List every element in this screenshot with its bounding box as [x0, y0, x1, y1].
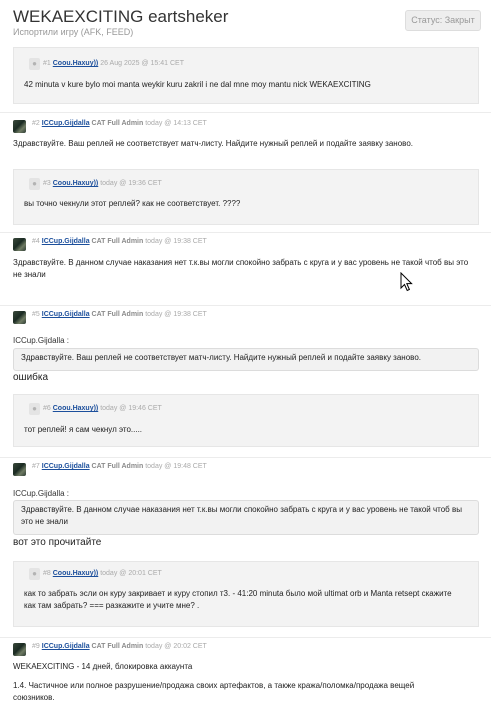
topic-header: WEKAEXCITING eartsheker Испортили игру (…: [0, 0, 491, 44]
post-meta: #8 Coou.Haxuy)) today @ 20:01 CET: [43, 568, 162, 580]
post-author-link[interactable]: ICCup.Gijdalla: [42, 120, 90, 127]
topic-subtitle: Испортили игру (AFK, FEED): [13, 27, 134, 37]
post-7: #7 ICCup.Gijdalla CAT Full Admin today @…: [0, 457, 491, 553]
post-text: 42 minuta v kure bylo moi manta weykir k…: [24, 80, 371, 89]
post-date: today @ 20:02 CET: [145, 643, 207, 650]
post-number: #9: [32, 643, 40, 650]
post-role: CAT Full Admin: [91, 643, 144, 650]
post-text: ошибка: [13, 372, 49, 383]
post-author-link[interactable]: ICCup.Gijdalla: [42, 238, 90, 245]
avatar: [13, 311, 26, 324]
post-meta: #4 ICCup.Gijdalla CAT Full Admin today @…: [32, 236, 207, 248]
post-text: тот реплей! я сам чекнул это.....: [24, 425, 143, 434]
post-role: CAT Full Admin: [91, 311, 144, 318]
post-role: CAT Full Admin: [91, 238, 144, 245]
post-date: today @ 19:36 CET: [100, 180, 162, 187]
post-text: вот это прочитайте: [13, 537, 102, 548]
post-number: #1: [43, 60, 51, 67]
post-number: #2: [32, 120, 40, 127]
post-number: #3: [43, 180, 51, 187]
post-author-link[interactable]: Coou.Haxuy)): [53, 60, 99, 67]
user-icon: ●: [29, 178, 40, 190]
quote-box: Здравствуйте. Ваш реплей не соответствуе…: [13, 348, 479, 371]
user-icon: ●: [29, 568, 40, 580]
post-text-rule: 1.4. Частичное или полное разрушение/про…: [13, 681, 415, 702]
user-icon: ●: [29, 58, 40, 70]
status-badge: Статус: Закрыт: [405, 10, 481, 31]
post-author-link[interactable]: Coou.Haxuy)): [53, 405, 99, 412]
post-author-link[interactable]: Coou.Haxuy)): [53, 180, 99, 187]
avatar: [13, 463, 26, 476]
user-icon: ●: [29, 403, 40, 415]
post-meta: #6 Coou.Haxuy)) today @ 19:46 CET: [43, 403, 162, 415]
quote-box: Здравствуйте. В данном случае наказания …: [13, 500, 479, 535]
post-number: #6: [43, 405, 51, 412]
post-meta: #7 ICCup.Gijdalla CAT Full Admin today @…: [32, 461, 207, 473]
post-role: CAT Full Admin: [91, 463, 144, 470]
post-3: ● #3 Coou.Haxuy)) today @ 19:36 CET вы т…: [13, 169, 479, 225]
post-meta: #3 Coou.Haxuy)) today @ 19:36 CET: [43, 178, 162, 190]
post-date: today @ 19:38 CET: [145, 311, 207, 318]
post-date: 26 Aug 2025 @ 15:41 CET: [100, 60, 184, 67]
post-1: ● #1 Coou.Haxuy)) 26 Aug 2025 @ 15:41 CE…: [13, 47, 479, 104]
avatar: [13, 238, 26, 251]
post-date: today @ 14:13 CET: [145, 120, 207, 127]
post-date: today @ 19:38 CET: [145, 238, 207, 245]
avatar: [13, 120, 26, 133]
post-2: #2 ICCup.Gijdalla CAT Full Admin today @…: [0, 112, 491, 163]
post-text: Здравствуйте. Ваш реплей не соответствуе…: [13, 139, 413, 148]
post-date: today @ 20:01 CET: [100, 570, 162, 577]
post-4: #4 ICCup.Gijdalla CAT Full Admin today @…: [0, 232, 491, 299]
post-meta: #9 ICCup.Gijdalla CAT Full Admin today @…: [32, 641, 207, 653]
mouse-cursor-icon: [400, 272, 413, 292]
post-meta: #2 ICCup.Gijdalla CAT Full Admin today @…: [32, 118, 207, 130]
avatar: [13, 643, 26, 656]
post-text: WEKAEXCITING - 14 дней, блокировка аккау…: [13, 662, 193, 671]
post-number: #7: [32, 463, 40, 470]
post-8: ● #8 Coou.Haxuy)) today @ 20:01 CET как …: [13, 561, 479, 627]
post-text: как то забрать эсли он куру закривает и …: [24, 589, 452, 610]
quote-author: ICCup.Gijdalla :: [13, 489, 70, 498]
post-6: ● #6 Coou.Haxuy)) today @ 19:46 CET тот …: [13, 394, 479, 447]
post-meta: #5 ICCup.Gijdalla CAT Full Admin today @…: [32, 309, 207, 321]
post-meta: #1 Coou.Haxuy)) 26 Aug 2025 @ 15:41 CET: [43, 58, 184, 70]
post-author-link[interactable]: Coou.Haxuy)): [53, 570, 99, 577]
post-author-link[interactable]: ICCup.Gijdalla: [42, 463, 90, 470]
post-author-link[interactable]: ICCup.Gijdalla: [42, 311, 90, 318]
topic-title: WEKAEXCITING eartsheker: [13, 7, 229, 26]
post-number: #5: [32, 311, 40, 318]
post-number: #8: [43, 570, 51, 577]
post-date: today @ 19:48 CET: [145, 463, 207, 470]
post-text: вы точно чекнули этот реплей? как не соо…: [24, 199, 241, 208]
post-role: CAT Full Admin: [91, 120, 144, 127]
post-9: #9 ICCup.Gijdalla CAT Full Admin today @…: [0, 637, 491, 719]
post-author-link[interactable]: ICCup.Gijdalla: [42, 643, 90, 650]
post-5: #5 ICCup.Gijdalla CAT Full Admin today @…: [0, 305, 491, 388]
quote-author: ICCup.Gijdalla :: [13, 336, 70, 345]
post-number: #4: [32, 238, 40, 245]
post-date: today @ 19:46 CET: [100, 405, 162, 412]
